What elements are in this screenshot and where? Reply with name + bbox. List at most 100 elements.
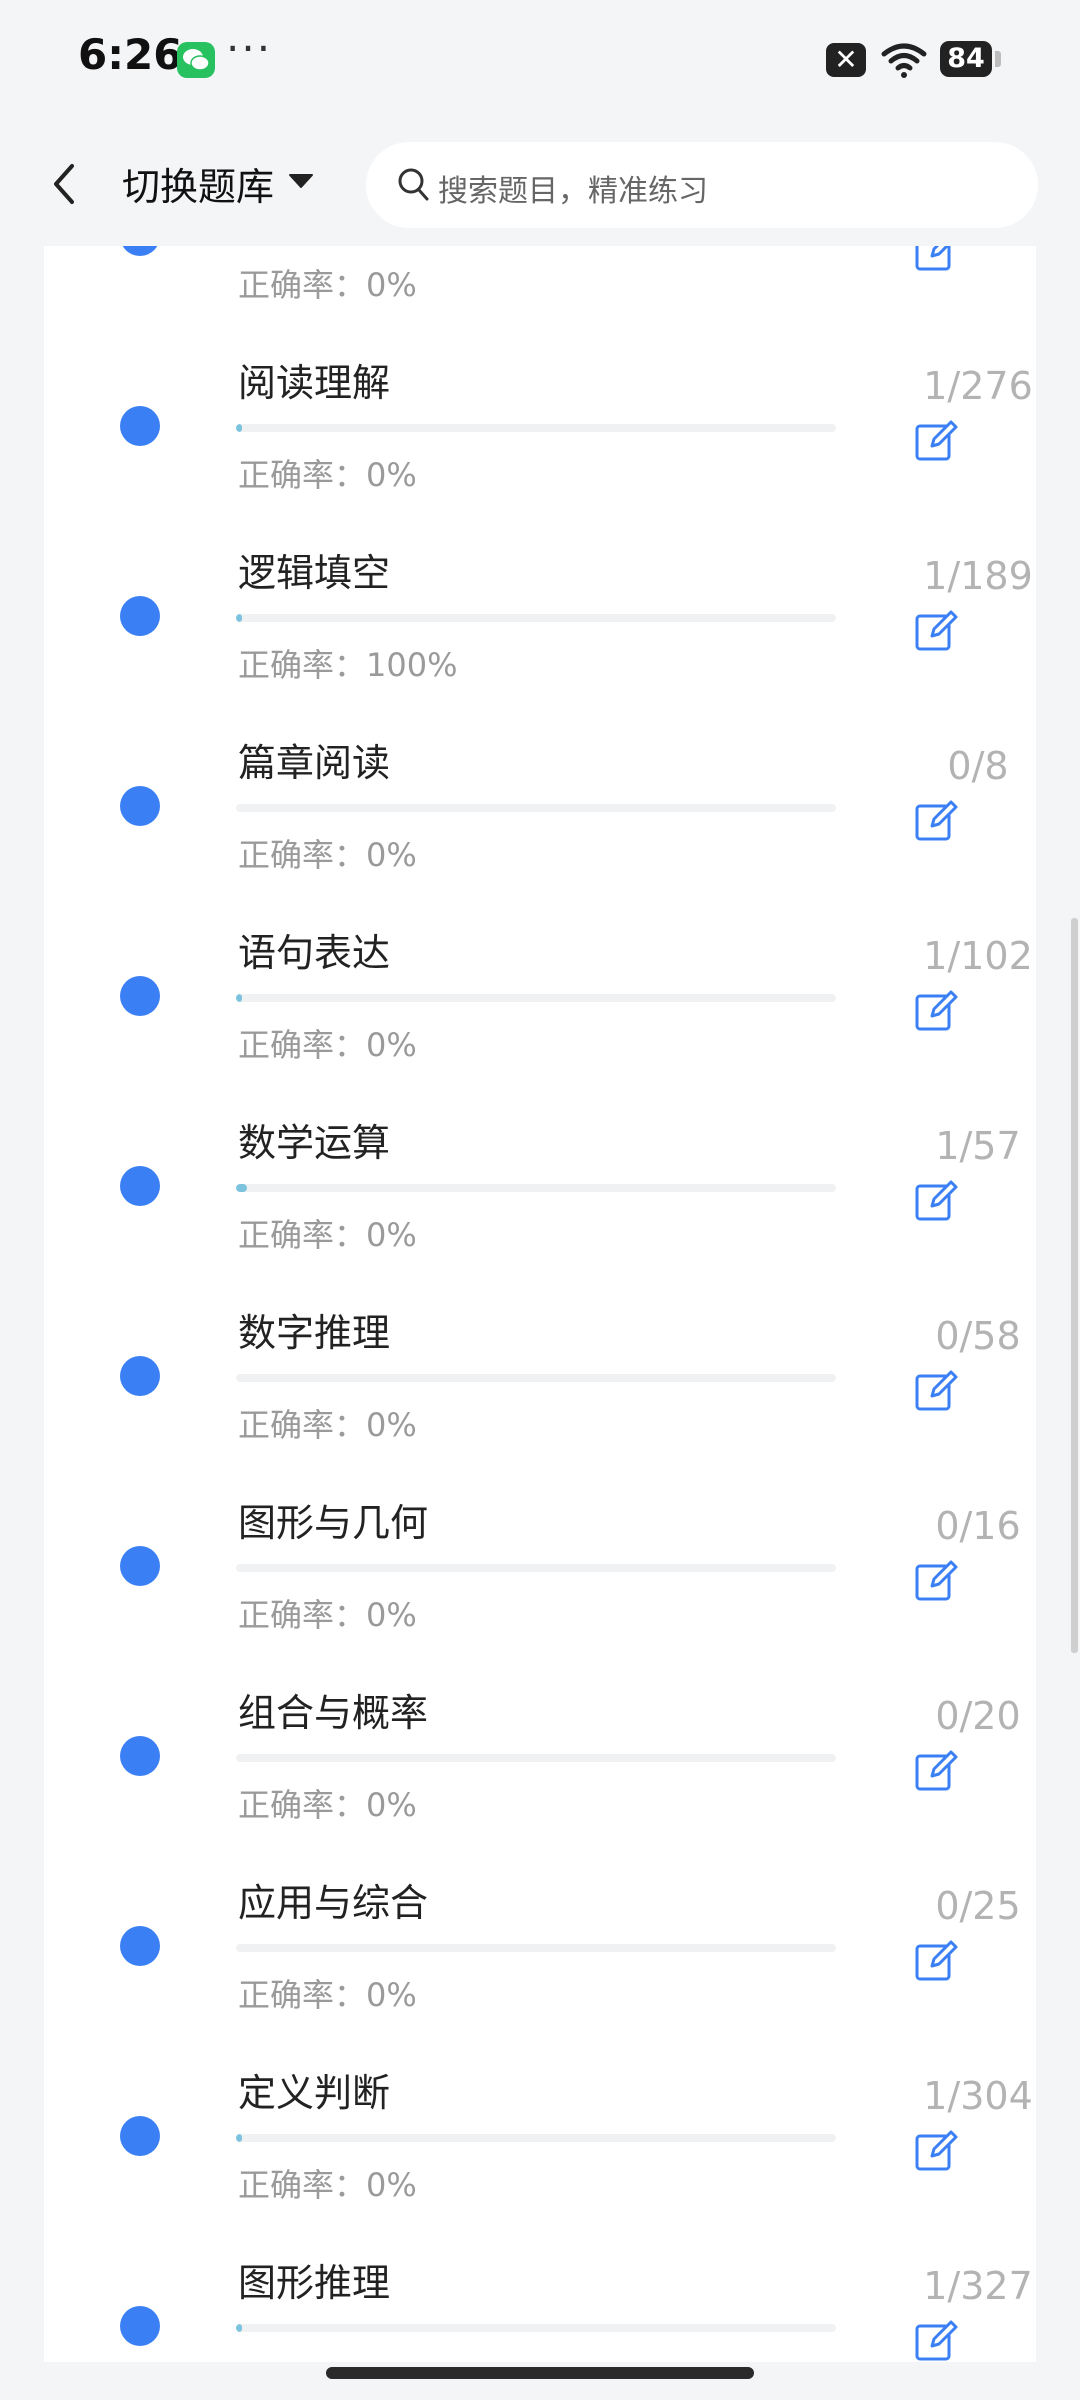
category-dot	[120, 786, 160, 826]
accuracy-text: 正确率：0%	[238, 836, 417, 874]
category-title: 定义判断	[238, 2071, 391, 2115]
category-dot	[120, 1736, 160, 1776]
x-icon: ✕	[826, 43, 866, 77]
edit-icon[interactable]	[914, 1558, 958, 1602]
status-bar: 6:26 ··· ✕ 84	[0, 0, 1080, 120]
list-item[interactable]: 组合与概率 正确率：0% 0/20	[44, 1644, 1036, 1834]
search-icon	[398, 168, 429, 201]
progress-bar	[236, 1754, 836, 1762]
edit-icon[interactable]	[914, 1938, 958, 1982]
search-input[interactable]: 搜索题目，精准练习	[366, 142, 1038, 228]
category-dot	[120, 1166, 160, 1206]
progress-fill	[236, 2134, 242, 2142]
accuracy-text: 正确率：0%	[238, 2166, 417, 2204]
accuracy-text: 正确率：0%	[238, 1786, 417, 1824]
progress-bar	[236, 614, 836, 622]
edit-icon[interactable]	[914, 1748, 958, 1792]
accuracy-text: 正确率：0%	[238, 456, 417, 494]
scrollbar[interactable]	[1071, 918, 1078, 1653]
category-title: 篇章阅读	[238, 741, 391, 785]
list-item[interactable]: 定义判断 正确率：0% 1/304	[44, 2024, 1036, 2214]
progress-count: 1/57	[935, 1124, 1021, 1168]
category-title: 语句表达	[238, 931, 391, 975]
progress-count: 1/327	[923, 2264, 1033, 2308]
category-title: 图形推理	[238, 2261, 391, 2305]
progress-bar	[236, 2134, 836, 2142]
progress-count: 1/276	[923, 364, 1033, 408]
edit-icon[interactable]	[914, 2128, 958, 2172]
list-item[interactable]: 语句表达 正确率：0% 1/102	[44, 884, 1036, 1074]
edit-icon[interactable]	[914, 1178, 958, 1222]
progress-count: 1/102	[923, 934, 1033, 978]
edit-icon[interactable]	[914, 988, 958, 1032]
caret-down-icon[interactable]	[288, 172, 314, 190]
list-item[interactable]: 正确率：0%	[44, 246, 1036, 314]
category-dot	[120, 2116, 160, 2156]
edit-icon[interactable]	[914, 2318, 958, 2362]
category-title: 图形与几何	[238, 1501, 429, 1545]
accuracy-text: 正确率：0%	[238, 1976, 417, 2014]
progress-bar	[236, 1564, 836, 1572]
category-title: 应用与综合	[238, 1881, 429, 1925]
list-item[interactable]: 图形与几何 正确率：0% 0/16	[44, 1454, 1036, 1644]
accuracy-text: 正确率：0%	[238, 1406, 417, 1444]
wifi-icon	[881, 43, 927, 78]
list-item[interactable]: 逻辑填空 正确率：100% 1/189	[44, 504, 1036, 694]
edit-icon[interactable]	[914, 608, 958, 652]
wechat-icon	[177, 42, 215, 78]
home-indicator[interactable]	[326, 2367, 754, 2379]
progress-bar	[236, 804, 836, 812]
accuracy-text: 正确率：100%	[238, 646, 458, 684]
progress-count: 0/20	[935, 1694, 1021, 1738]
progress-count: 0/8	[947, 744, 1009, 788]
progress-count: 0/58	[935, 1314, 1021, 1358]
progress-count: 0/16	[935, 1504, 1021, 1548]
category-title: 阅读理解	[238, 361, 391, 405]
list-item[interactable]: 数字推理 正确率：0% 0/58	[44, 1264, 1036, 1454]
progress-bar	[236, 1944, 836, 1952]
edit-icon[interactable]	[914, 418, 958, 462]
category-dot	[120, 2306, 160, 2346]
progress-bar	[236, 2324, 836, 2332]
list-item[interactable]: 阅读理解 正确率：0% 1/276	[44, 314, 1036, 504]
list-item[interactable]: 篇章阅读 正确率：0% 0/8	[44, 694, 1036, 884]
category-title: 逻辑填空	[238, 551, 391, 595]
category-dot	[120, 246, 160, 256]
switch-bank-button[interactable]: 切换题库	[122, 156, 274, 211]
progress-count: 1/189	[923, 554, 1033, 598]
category-dot	[120, 1546, 160, 1586]
progress-fill	[236, 2324, 242, 2332]
category-title: 组合与概率	[238, 1691, 429, 1735]
progress-fill	[236, 1184, 247, 1192]
progress-bar	[236, 994, 836, 1002]
progress-fill	[236, 614, 242, 622]
category-dot	[120, 406, 160, 446]
accuracy-text: 正确率：0%	[238, 1026, 417, 1064]
back-arrow-icon[interactable]	[44, 160, 84, 208]
edit-icon[interactable]	[914, 798, 958, 842]
question-category-list: 正确率：0% 阅读理解 正确率：0% 1/276 逻辑填空 正确率：100% 1…	[44, 246, 1036, 2362]
category-dot	[120, 976, 160, 1016]
list-item[interactable]: 应用与综合 正确率：0% 0/25	[44, 1834, 1036, 2024]
category-dot	[120, 1926, 160, 1966]
edit-icon[interactable]	[914, 246, 958, 272]
progress-fill	[236, 994, 242, 1002]
edit-icon[interactable]	[914, 1368, 958, 1412]
progress-bar	[236, 424, 836, 432]
accuracy-text: 正确率：0%	[238, 266, 417, 304]
status-time: 6:26	[78, 30, 183, 79]
category-dot	[120, 1356, 160, 1396]
list-item[interactable]: 数学运算 正确率：0% 1/57	[44, 1074, 1036, 1264]
search-placeholder: 搜索题目，精准练习	[438, 174, 708, 209]
progress-bar	[236, 1374, 836, 1382]
progress-count: 0/25	[935, 1884, 1021, 1928]
category-dot	[120, 596, 160, 636]
list-item[interactable]: 图形推理 1/327	[44, 2214, 1036, 2362]
more-icon: ···	[226, 24, 273, 73]
accuracy-text: 正确率：0%	[238, 1216, 417, 1254]
header: 切换题库 搜索题目，精准练习	[0, 120, 1080, 246]
progress-fill	[236, 424, 242, 432]
accuracy-text: 正确率：0%	[238, 1596, 417, 1634]
category-title: 数字推理	[238, 1311, 391, 1355]
battery-tip	[995, 51, 1001, 67]
